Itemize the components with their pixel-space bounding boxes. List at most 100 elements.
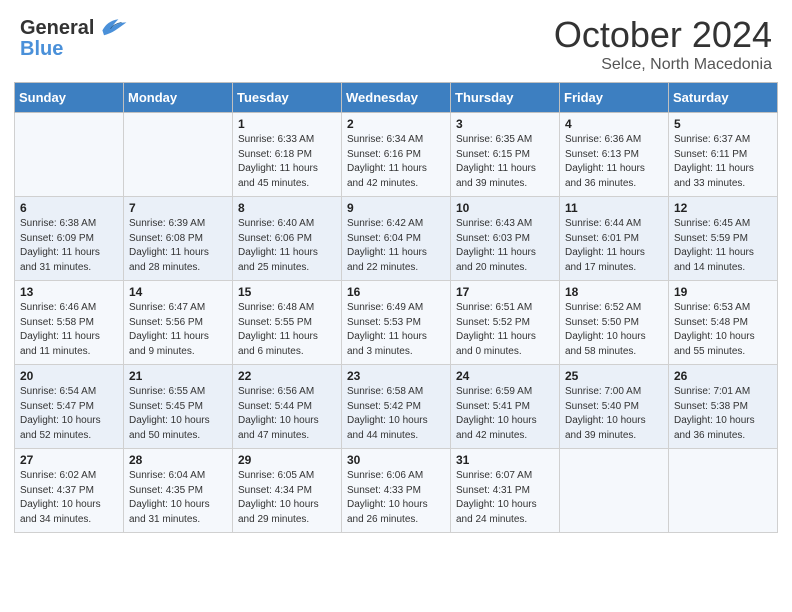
sunrise: Sunrise: 6:44 AM: [565, 218, 641, 229]
sunset: Sunset: 5:58 PM: [20, 317, 94, 328]
daylight: Daylight: 11 hours and 6 minutes.: [238, 331, 318, 357]
daylight: Daylight: 11 hours and 28 minutes.: [129, 247, 209, 273]
sunrise: Sunrise: 6:48 AM: [238, 302, 314, 313]
daylight: Daylight: 10 hours and 34 minutes.: [20, 499, 101, 525]
sunset: Sunset: 6:09 PM: [20, 233, 94, 244]
sunrise: Sunrise: 6:04 AM: [129, 470, 205, 481]
day-of-week-header: Sunday: [15, 83, 124, 113]
day-number: 11: [565, 201, 663, 215]
calendar-cell: 26 Sunrise: 7:01 AM Sunset: 5:38 PM Dayl…: [669, 365, 778, 449]
location-subtitle: Selce, North Macedonia: [554, 56, 772, 74]
calendar-cell: 1 Sunrise: 6:33 AM Sunset: 6:18 PM Dayli…: [233, 113, 342, 197]
cell-data: Sunrise: 6:34 AM Sunset: 6:16 PM Dayligh…: [347, 133, 445, 191]
sunset: Sunset: 6:03 PM: [456, 233, 530, 244]
day-number: 27: [20, 453, 118, 467]
cell-data: Sunrise: 6:04 AM Sunset: 4:35 PM Dayligh…: [129, 469, 227, 527]
sunrise: Sunrise: 6:07 AM: [456, 470, 532, 481]
day-number: 22: [238, 369, 336, 383]
daylight: Daylight: 10 hours and 42 minutes.: [456, 415, 537, 441]
sunset: Sunset: 6:01 PM: [565, 233, 639, 244]
daylight: Daylight: 11 hours and 22 minutes.: [347, 247, 427, 273]
cell-data: Sunrise: 6:51 AM Sunset: 5:52 PM Dayligh…: [456, 301, 554, 359]
day-number: 15: [238, 285, 336, 299]
sunrise: Sunrise: 7:01 AM: [674, 386, 750, 397]
sunset: Sunset: 6:06 PM: [238, 233, 312, 244]
cell-data: Sunrise: 6:39 AM Sunset: 6:08 PM Dayligh…: [129, 217, 227, 275]
day-number: 1: [238, 117, 336, 131]
daylight: Daylight: 10 hours and 44 minutes.: [347, 415, 428, 441]
daylight: Daylight: 10 hours and 58 minutes.: [565, 331, 646, 357]
calendar-cell: 10 Sunrise: 6:43 AM Sunset: 6:03 PM Dayl…: [451, 197, 560, 281]
cell-data: Sunrise: 6:52 AM Sunset: 5:50 PM Dayligh…: [565, 301, 663, 359]
sunset: Sunset: 5:55 PM: [238, 317, 312, 328]
cell-data: Sunrise: 6:43 AM Sunset: 6:03 PM Dayligh…: [456, 217, 554, 275]
daylight: Daylight: 10 hours and 31 minutes.: [129, 499, 210, 525]
calendar-cell: 8 Sunrise: 6:40 AM Sunset: 6:06 PM Dayli…: [233, 197, 342, 281]
calendar-cell: 19 Sunrise: 6:53 AM Sunset: 5:48 PM Dayl…: [669, 281, 778, 365]
sunrise: Sunrise: 6:36 AM: [565, 134, 641, 145]
sunrise: Sunrise: 6:40 AM: [238, 218, 314, 229]
sunrise: Sunrise: 6:05 AM: [238, 470, 314, 481]
sunset: Sunset: 4:31 PM: [456, 485, 530, 496]
calendar-week-row: 13 Sunrise: 6:46 AM Sunset: 5:58 PM Dayl…: [15, 281, 778, 365]
sunset: Sunset: 4:35 PM: [129, 485, 203, 496]
day-of-week-header: Monday: [124, 83, 233, 113]
calendar-header-row: SundayMondayTuesdayWednesdayThursdayFrid…: [15, 83, 778, 113]
sunset: Sunset: 5:59 PM: [674, 233, 748, 244]
day-number: 21: [129, 369, 227, 383]
sunrise: Sunrise: 6:52 AM: [565, 302, 641, 313]
daylight: Daylight: 11 hours and 14 minutes.: [674, 247, 754, 273]
cell-data: Sunrise: 6:37 AM Sunset: 6:11 PM Dayligh…: [674, 133, 772, 191]
logo: General Blue: [20, 14, 128, 61]
calendar-cell: 21 Sunrise: 6:55 AM Sunset: 5:45 PM Dayl…: [124, 365, 233, 449]
cell-data: Sunrise: 6:54 AM Sunset: 5:47 PM Dayligh…: [20, 385, 118, 443]
day-number: 3: [456, 117, 554, 131]
day-number: 7: [129, 201, 227, 215]
sunrise: Sunrise: 6:54 AM: [20, 386, 96, 397]
sunrise: Sunrise: 6:37 AM: [674, 134, 750, 145]
calendar-week-row: 1 Sunrise: 6:33 AM Sunset: 6:18 PM Dayli…: [15, 113, 778, 197]
sunset: Sunset: 4:34 PM: [238, 485, 312, 496]
sunset: Sunset: 6:15 PM: [456, 149, 530, 160]
sunrise: Sunrise: 6:39 AM: [129, 218, 205, 229]
sunrise: Sunrise: 6:43 AM: [456, 218, 532, 229]
day-of-week-header: Friday: [560, 83, 669, 113]
day-number: 18: [565, 285, 663, 299]
cell-data: Sunrise: 6:33 AM Sunset: 6:18 PM Dayligh…: [238, 133, 336, 191]
sunset: Sunset: 5:44 PM: [238, 401, 312, 412]
sunset: Sunset: 6:08 PM: [129, 233, 203, 244]
calendar-table: SundayMondayTuesdayWednesdayThursdayFrid…: [14, 82, 778, 533]
calendar-cell: 16 Sunrise: 6:49 AM Sunset: 5:53 PM Dayl…: [342, 281, 451, 365]
cell-data: Sunrise: 6:53 AM Sunset: 5:48 PM Dayligh…: [674, 301, 772, 359]
cell-data: Sunrise: 6:44 AM Sunset: 6:01 PM Dayligh…: [565, 217, 663, 275]
cell-data: Sunrise: 6:45 AM Sunset: 5:59 PM Dayligh…: [674, 217, 772, 275]
sunset: Sunset: 5:40 PM: [565, 401, 639, 412]
calendar-cell: 12 Sunrise: 6:45 AM Sunset: 5:59 PM Dayl…: [669, 197, 778, 281]
sunset: Sunset: 5:42 PM: [347, 401, 421, 412]
sunset: Sunset: 4:37 PM: [20, 485, 94, 496]
sunset: Sunset: 5:56 PM: [129, 317, 203, 328]
daylight: Daylight: 11 hours and 36 minutes.: [565, 163, 645, 189]
sunset: Sunset: 6:18 PM: [238, 149, 312, 160]
cell-data: Sunrise: 6:59 AM Sunset: 5:41 PM Dayligh…: [456, 385, 554, 443]
sunrise: Sunrise: 6:33 AM: [238, 134, 314, 145]
cell-data: Sunrise: 6:35 AM Sunset: 6:15 PM Dayligh…: [456, 133, 554, 191]
day-number: 14: [129, 285, 227, 299]
calendar-cell: 25 Sunrise: 7:00 AM Sunset: 5:40 PM Dayl…: [560, 365, 669, 449]
cell-data: Sunrise: 7:01 AM Sunset: 5:38 PM Dayligh…: [674, 385, 772, 443]
day-number: 6: [20, 201, 118, 215]
daylight: Daylight: 11 hours and 0 minutes.: [456, 331, 536, 357]
calendar-week-row: 6 Sunrise: 6:38 AM Sunset: 6:09 PM Dayli…: [15, 197, 778, 281]
sunrise: Sunrise: 6:02 AM: [20, 470, 96, 481]
logo-bird-icon: [96, 14, 128, 42]
daylight: Daylight: 10 hours and 50 minutes.: [129, 415, 210, 441]
calendar-cell: 4 Sunrise: 6:36 AM Sunset: 6:13 PM Dayli…: [560, 113, 669, 197]
page: General Blue October 2024 Selce, North M…: [0, 0, 792, 612]
daylight: Daylight: 11 hours and 9 minutes.: [129, 331, 209, 357]
header: General Blue October 2024 Selce, North M…: [0, 0, 792, 82]
sunrise: Sunrise: 6:47 AM: [129, 302, 205, 313]
cell-data: Sunrise: 6:05 AM Sunset: 4:34 PM Dayligh…: [238, 469, 336, 527]
day-number: 29: [238, 453, 336, 467]
calendar-cell: 9 Sunrise: 6:42 AM Sunset: 6:04 PM Dayli…: [342, 197, 451, 281]
calendar-cell: 22 Sunrise: 6:56 AM Sunset: 5:44 PM Dayl…: [233, 365, 342, 449]
